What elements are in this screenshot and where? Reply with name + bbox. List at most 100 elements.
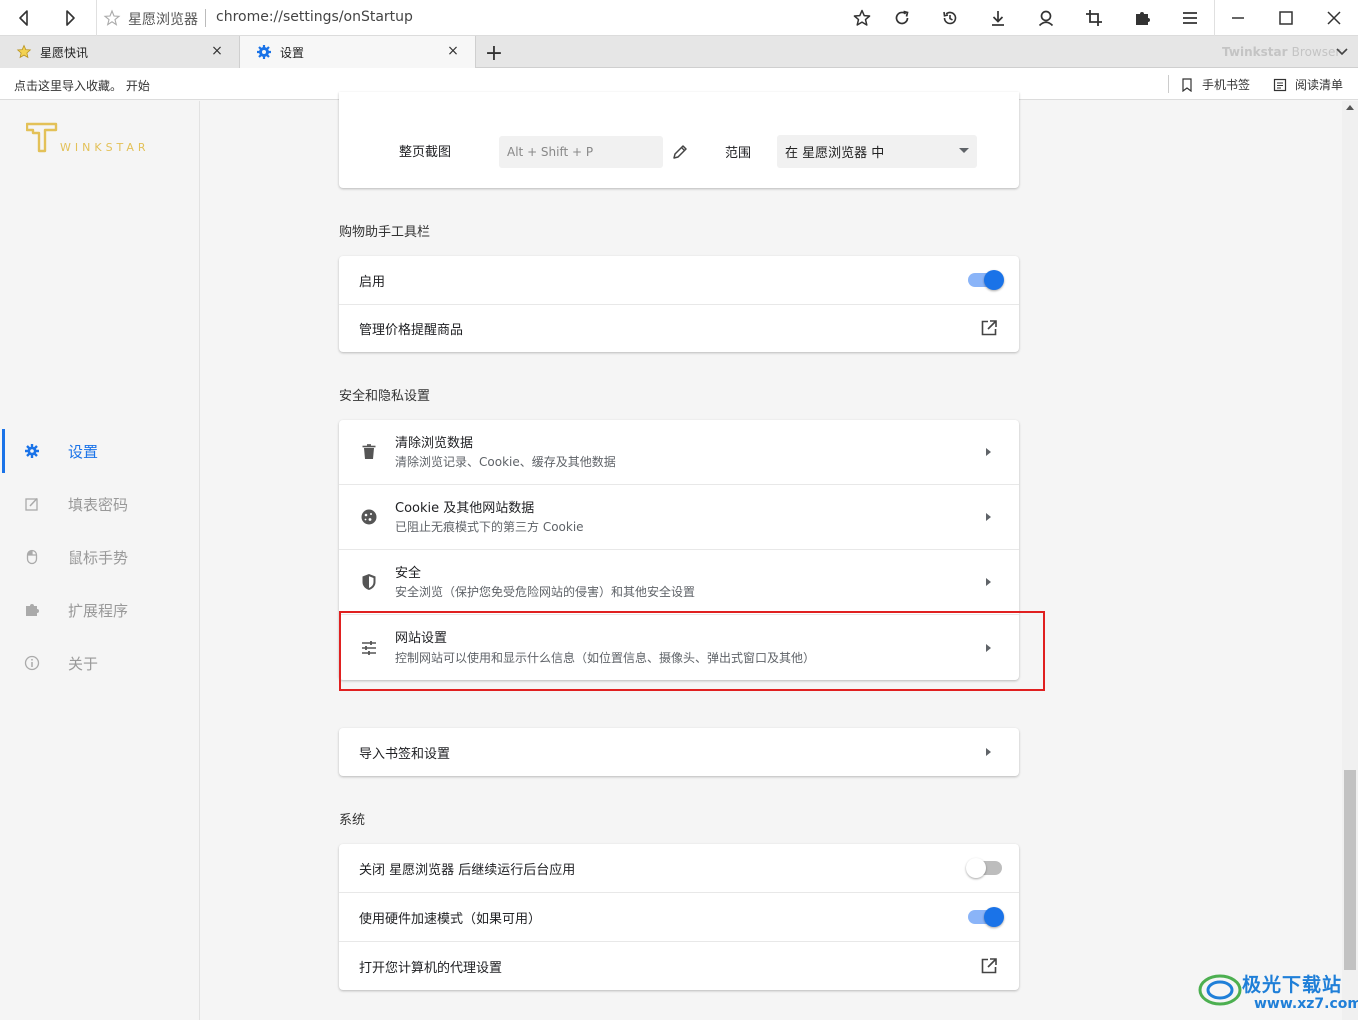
open-external-icon[interactable] xyxy=(980,319,998,337)
privacy-section-title: 安全和隐私设置 xyxy=(339,389,431,404)
form-edit-icon xyxy=(25,497,38,511)
crop-icon[interactable] xyxy=(1076,0,1112,36)
shopping-enable-toggle[interactable] xyxy=(968,270,1004,290)
caret-down-icon xyxy=(959,148,969,153)
row-subtitle: 清除浏览记录、Cookie、缓存及其他数据 xyxy=(395,455,616,469)
sidebar-item-settings[interactable]: 设置 xyxy=(0,425,200,477)
chevron-down-icon[interactable] xyxy=(1334,43,1350,59)
row-subtitle: 已阻止无痕模式下的第三方 Cookie xyxy=(395,520,584,534)
scope-label: 范围 xyxy=(725,146,752,161)
sidebar-item-mouse-gestures[interactable]: 鼠标手势 xyxy=(0,531,200,583)
site-name: 星愿浏览器 xyxy=(128,12,198,28)
security-row[interactable]: 安全 安全浏览（保护您免受危险网站的侵害）和其他安全设置 xyxy=(339,550,1019,614)
extension-icon[interactable] xyxy=(1124,0,1160,36)
shortcut-field[interactable]: Alt + Shift + P xyxy=(499,136,663,168)
tab-close-icon[interactable]: × xyxy=(209,43,225,59)
hardware-acceleration-toggle[interactable] xyxy=(968,907,1004,927)
row-title: 清除浏览数据 xyxy=(395,436,474,451)
manage-price-alerts-label[interactable]: 管理价格提醒商品 xyxy=(359,319,463,338)
sidebar-item-about[interactable]: 关于 xyxy=(0,637,200,689)
reading-list-label: 阅读清单 xyxy=(1295,78,1344,92)
system-card: 关闭 星愿浏览器 后继续运行后台应用 使用硬件加速模式（如果可用） 打开您计算机… xyxy=(339,844,1019,990)
brand-label: Twinkstar Browser xyxy=(1222,45,1340,59)
cookies-row[interactable]: Cookie 及其他网站数据 已阻止无痕模式下的第三方 Cookie xyxy=(339,485,1019,549)
shield-icon xyxy=(362,574,376,590)
system-section-title: 系统 xyxy=(339,813,366,828)
shopping-section-title: 购物助手工具栏 xyxy=(339,225,431,240)
screenshot-card: 整页截图 Alt + Shift + P 范围 在 星愿浏览器 中 xyxy=(339,92,1019,188)
chevron-right-icon xyxy=(986,748,991,756)
menu-icon[interactable] xyxy=(1172,0,1208,36)
bookmark-icon xyxy=(1182,77,1192,92)
row-title: Cookie 及其他网站数据 xyxy=(395,501,535,516)
info-icon xyxy=(24,655,40,671)
window-controls-separator xyxy=(1214,0,1215,36)
shortcut-placeholder: Alt + Shift + P xyxy=(507,145,594,159)
watermark-url: www.xz7.com xyxy=(1254,996,1358,1012)
toggle-knob xyxy=(966,858,986,878)
brand-name: Twinkstar xyxy=(1222,45,1288,59)
sidebar-item-label: 鼠标手势 xyxy=(68,548,129,567)
site-star-icon xyxy=(103,9,121,26)
maximize-icon[interactable] xyxy=(1268,0,1304,36)
tab-title: 设置 xyxy=(280,46,305,60)
cookie-icon xyxy=(361,509,377,525)
star-icon[interactable] xyxy=(844,0,880,36)
pencil-icon[interactable] xyxy=(671,143,689,161)
chevron-right-icon xyxy=(986,513,991,521)
row-divider xyxy=(339,892,1019,893)
reload-icon[interactable] xyxy=(884,0,920,36)
logo-text: WINKSTAR xyxy=(60,141,150,154)
row-subtitle: 安全浏览（保护您免受危险网站的侵害）和其他安全设置 xyxy=(395,585,696,599)
tab-close-icon[interactable]: × xyxy=(445,43,461,59)
puzzle-icon xyxy=(26,604,39,616)
mobile-bookmarks-button[interactable]: 手机书签 xyxy=(1180,76,1250,93)
address-url[interactable]: chrome://settings/onStartup xyxy=(216,9,413,25)
sidebar-item-extensions[interactable]: 扩展程序 xyxy=(0,584,200,636)
tab-news[interactable]: 星愿快讯 × xyxy=(0,36,240,68)
shopping-card: 启用 管理价格提醒商品 xyxy=(339,256,1019,352)
toggle-knob xyxy=(984,270,1004,290)
close-icon[interactable] xyxy=(1316,0,1352,36)
minimize-icon[interactable] xyxy=(1220,0,1256,36)
scrollbar-thumb[interactable] xyxy=(1344,770,1356,970)
row-divider xyxy=(339,941,1019,942)
highlight-box xyxy=(339,611,1045,691)
sidebar-item-label: 关于 xyxy=(68,654,99,673)
address-separator xyxy=(96,0,97,36)
scope-select[interactable]: 在 星愿浏览器 中 xyxy=(777,135,977,168)
chevron-right-icon xyxy=(986,578,991,586)
tab-title: 星愿快讯 xyxy=(40,46,89,60)
clear-browsing-data-row[interactable]: 清除浏览数据 清除浏览记录、Cookie、缓存及其他数据 xyxy=(339,420,1019,484)
background-apps-toggle[interactable] xyxy=(966,858,1002,878)
download-icon[interactable] xyxy=(980,0,1016,36)
reading-list-icon xyxy=(1273,78,1287,91)
shopping-enable-label: 启用 xyxy=(359,275,386,290)
background-apps-label: 关闭 星愿浏览器 后继续运行后台应用 xyxy=(359,863,576,878)
new-tab-button[interactable]: + xyxy=(482,41,506,66)
address-divider xyxy=(205,9,206,27)
forward-arrow-icon[interactable] xyxy=(52,0,88,36)
tab-strip: 星愿快讯 × 设置 × xyxy=(0,36,1358,68)
account-icon[interactable] xyxy=(1028,0,1064,36)
history-icon[interactable] xyxy=(932,0,968,36)
trash-icon xyxy=(362,444,376,459)
row-divider xyxy=(339,304,1019,305)
watermark-name: 极光下载站 xyxy=(1242,974,1343,996)
open-external-icon[interactable] xyxy=(980,957,998,975)
mouse-icon xyxy=(26,549,38,565)
back-arrow-icon[interactable] xyxy=(6,0,42,36)
toggle-knob xyxy=(984,907,1004,927)
sidebar-item-label: 扩展程序 xyxy=(68,601,129,620)
reading-list-button[interactable]: 阅读清单 xyxy=(1273,76,1343,93)
scroll-up-icon[interactable] xyxy=(1346,105,1354,110)
gear-icon xyxy=(25,444,39,458)
tab-settings[interactable]: 设置 × xyxy=(240,36,476,68)
proxy-settings-label[interactable]: 打开您计算机的代理设置 xyxy=(359,957,502,976)
settings-sidebar: WINKSTAR 设置 填表密码 鼠标手势 扩展程序 关于 xyxy=(0,101,200,1020)
import-hint-link[interactable]: 点击这里导入收藏。 开始 xyxy=(14,77,150,94)
bookmark-separator xyxy=(1168,75,1169,93)
sidebar-item-autofill[interactable]: 填表密码 xyxy=(0,478,200,530)
import-card[interactable]: 导入书签和设置 xyxy=(339,728,1019,776)
sidebar-item-label: 设置 xyxy=(68,442,99,461)
